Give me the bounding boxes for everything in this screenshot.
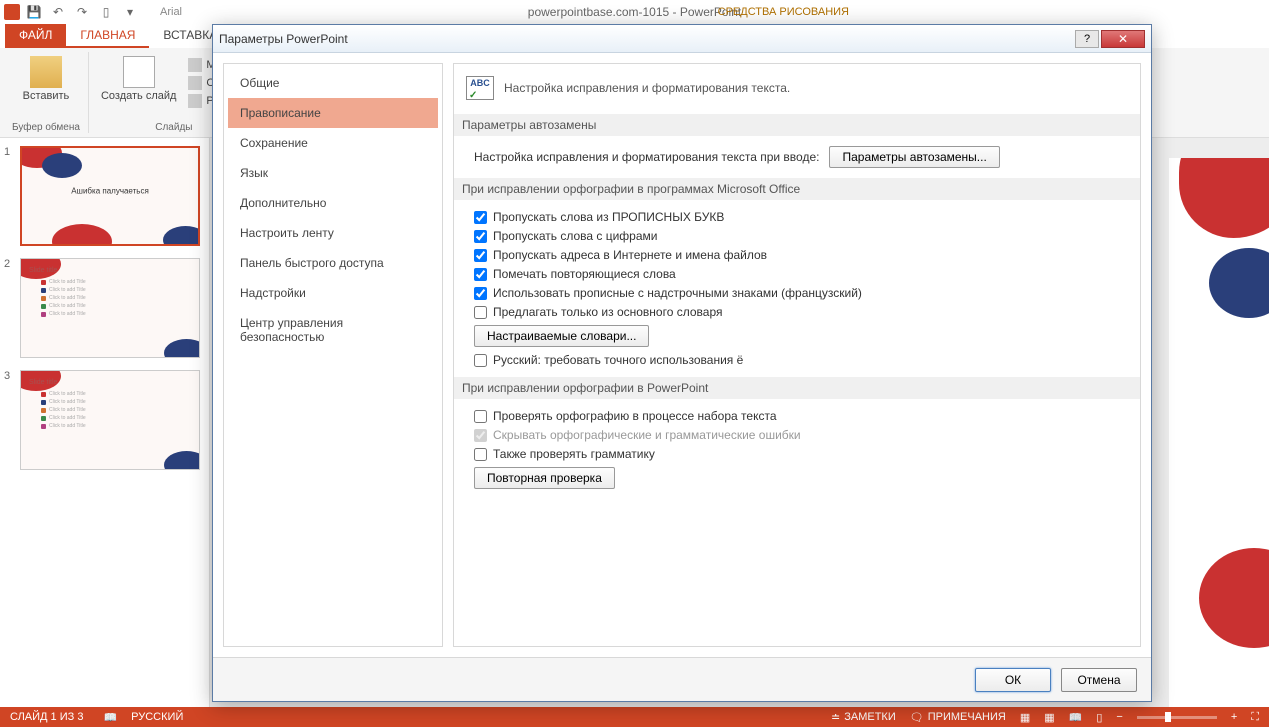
powerpoint-icon [4, 4, 20, 20]
chk-numbers[interactable]: Пропускать слова с цифрами [474, 229, 1120, 243]
slide-counter[interactable]: СЛАЙД 1 ИЗ 3 [10, 711, 83, 723]
canvas-slide [1169, 158, 1269, 708]
chk-internet[interactable]: Пропускать адреса в Интернете и имена фа… [474, 248, 1120, 262]
custom-dictionaries-button[interactable]: Настраиваемые словари... [474, 325, 649, 347]
font-name-box[interactable]: Arial [160, 6, 182, 18]
undo-icon[interactable]: ↶ [48, 2, 68, 22]
chk-grammar[interactable]: Также проверять грамматику [474, 447, 1120, 461]
content-title: Настройка исправления и форматирования т… [504, 81, 790, 95]
new-slide-icon [123, 56, 155, 88]
slide-number: 2 [4, 258, 10, 270]
recheck-button[interactable]: Повторная проверка [474, 467, 615, 489]
dialog-sidebar: Общие Правописание Сохранение Язык Допол… [223, 63, 443, 647]
reading-view-icon[interactable]: 📖 [1069, 711, 1083, 724]
new-slide-label: Создать слайд [101, 90, 176, 102]
chk-uppercase[interactable]: Пропускать слова из ПРОПИСНЫХ БУКВ [474, 210, 1120, 224]
thumb-image-3: Slide title Click to add Title Click to … [20, 370, 200, 470]
layout-icon [188, 58, 202, 72]
autocorrect-options-button[interactable]: Параметры автозамены... [829, 146, 999, 168]
fit-window-icon[interactable]: ⛶ [1251, 711, 1259, 724]
dialog-title: Параметры PowerPoint [219, 32, 348, 46]
titlebar: 💾 ↶ ↷ ▯ ▾ Arial powerpointbase.com-1015 … [0, 0, 1269, 24]
sidebar-item-save[interactable]: Сохранение [228, 128, 438, 158]
quick-access-toolbar: 💾 ↶ ↷ ▯ ▾ [4, 2, 140, 22]
normal-view-icon[interactable]: ▦ [1020, 711, 1030, 724]
chk-check-typing[interactable]: Проверять орфографию в процессе набора т… [474, 409, 1120, 423]
section-autocorrect: Параметры автозамены [454, 114, 1140, 136]
tab-home[interactable]: ГЛАВНАЯ [66, 24, 149, 48]
slide-panel[interactable]: 1 Ашибка палучаеться 2 Slide title Click… [0, 138, 210, 707]
chk-main-dict[interactable]: Предлагать только из основного словаря [474, 305, 1120, 319]
paste-button[interactable]: Вставить [19, 52, 74, 106]
thumb-image-2: Slide title Click to add Title Click to … [20, 258, 200, 358]
slide-number: 3 [4, 370, 10, 382]
dialog-footer: ОК Отмена [213, 657, 1151, 701]
window-title: powerpointbase.com-1015 - PowerPoint [528, 5, 741, 19]
chk-russian-yo[interactable]: Русский: требовать точного использования… [474, 353, 1120, 367]
save-icon[interactable]: 💾 [24, 2, 44, 22]
content-header: ABC✓ Настройка исправления и форматирова… [466, 76, 1128, 100]
qat-dropdown-icon[interactable]: ▾ [120, 2, 140, 22]
zoom-out-icon[interactable]: − [1116, 711, 1122, 723]
section-icon [188, 94, 202, 108]
help-button[interactable]: ? [1075, 30, 1099, 48]
dialog-titlebar[interactable]: Параметры PowerPoint ? ✕ [213, 25, 1151, 53]
slide-thumb-2[interactable]: 2 Slide title Click to add Title Click t… [8, 258, 201, 358]
thumb-text: Ашибка палучаеться [71, 187, 149, 196]
cancel-button[interactable]: Отмена [1061, 668, 1137, 692]
slideshow-view-icon[interactable]: ▯ [1096, 711, 1102, 724]
slides-group-label: Слайды [155, 122, 192, 133]
statusbar: СЛАЙД 1 ИЗ 3 📖 РУССКИЙ ≐ЗАМЕТКИ 🗨ПРИМЕЧА… [0, 707, 1269, 727]
options-dialog: Параметры PowerPoint ? ✕ Общие Правописа… [212, 24, 1152, 702]
sidebar-item-proofing[interactable]: Правописание [228, 98, 438, 128]
sidebar-item-language[interactable]: Язык [228, 158, 438, 188]
spell-check-icon[interactable]: 📖 [103, 711, 117, 724]
thumb-image-1: Ашибка палучаеться [20, 146, 200, 246]
proofing-icon: ABC✓ [466, 76, 494, 100]
clipboard-group-label: Буфер обмена [12, 122, 80, 133]
thumb-title: Slide title [29, 379, 57, 386]
sidebar-item-general[interactable]: Общие [228, 68, 438, 98]
dialog-content: ABC✓ Настройка исправления и форматирова… [453, 63, 1141, 647]
sidebar-item-advanced[interactable]: Дополнительно [228, 188, 438, 218]
new-slide-button[interactable]: Создать слайд [97, 52, 180, 114]
notes-label: ЗАМЕТКИ [844, 711, 896, 723]
slide-thumb-3[interactable]: 3 Slide title Click to add Title Click t… [8, 370, 201, 470]
sidebar-item-customize-ribbon[interactable]: Настроить ленту [228, 218, 438, 248]
ribbon-group-clipboard: Вставить Буфер обмена [4, 52, 89, 133]
slide-thumb-1[interactable]: 1 Ашибка палучаеться [8, 146, 201, 246]
sidebar-item-trust-center[interactable]: Центр управления безопасностью [228, 308, 438, 352]
start-slideshow-icon[interactable]: ▯ [96, 2, 116, 22]
reset-icon [188, 76, 202, 90]
autocorrect-label: Настройка исправления и форматирования т… [474, 150, 819, 164]
language-indicator[interactable]: РУССКИЙ [131, 711, 183, 723]
paste-icon [30, 56, 62, 88]
sorter-view-icon[interactable]: ▦ [1044, 711, 1054, 724]
ok-button[interactable]: ОК [975, 668, 1051, 692]
dialog-window: Параметры PowerPoint ? ✕ Общие Правописа… [212, 24, 1152, 702]
dialog-body: Общие Правописание Сохранение Язык Допол… [213, 53, 1151, 657]
notes-button[interactable]: ≐ЗАМЕТКИ [831, 711, 896, 724]
redo-icon[interactable]: ↷ [72, 2, 92, 22]
zoom-in-icon[interactable]: + [1231, 711, 1237, 723]
paste-label: Вставить [23, 90, 70, 102]
status-right: ≐ЗАМЕТКИ 🗨ПРИМЕЧАНИЯ ▦ ▦ 📖 ▯ − + ⛶ [831, 711, 1259, 724]
section-spelling-office: При исправлении орфографии в программах … [454, 178, 1140, 200]
slide-number: 1 [4, 146, 10, 158]
close-button[interactable]: ✕ [1101, 30, 1145, 48]
tab-file[interactable]: ФАЙЛ [5, 24, 66, 48]
comments-label: ПРИМЕЧАНИЯ [928, 711, 1006, 723]
chk-french[interactable]: Использовать прописные с надстрочными зн… [474, 286, 1120, 300]
zoom-slider[interactable] [1137, 716, 1217, 719]
autocorrect-row: Настройка исправления и форматирования т… [474, 146, 1120, 168]
contextual-tab-label: СРЕДСТВА РИСОВАНИЯ [718, 6, 849, 18]
comments-button[interactable]: 🗨ПРИМЕЧАНИЯ [910, 711, 1006, 724]
thumb-title: Slide title [29, 267, 57, 274]
section-spelling-powerpoint: При исправлении орфографии в PowerPoint [454, 377, 1140, 399]
sidebar-item-qat[interactable]: Панель быстрого доступа [228, 248, 438, 278]
sidebar-item-addins[interactable]: Надстройки [228, 278, 438, 308]
chk-repeated[interactable]: Помечать повторяющиеся слова [474, 267, 1120, 281]
chk-hide-errors: Скрывать орфографические и грамматически… [474, 428, 1120, 442]
